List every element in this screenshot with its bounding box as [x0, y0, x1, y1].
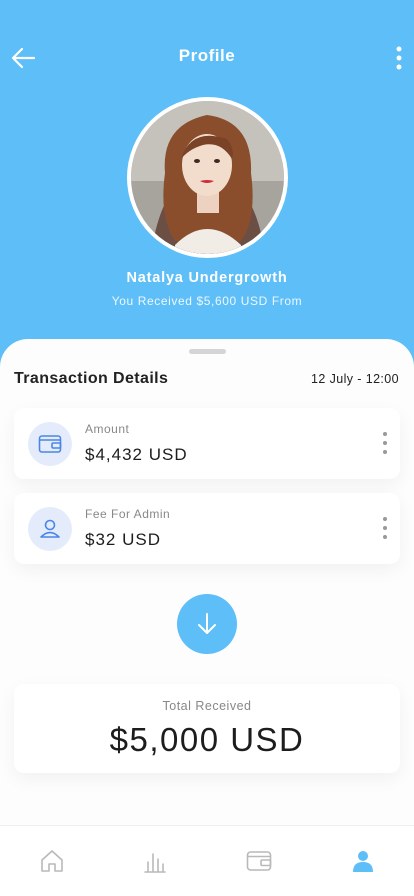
user-icon — [40, 519, 60, 538]
drag-handle[interactable] — [189, 349, 226, 354]
home-icon — [41, 850, 63, 872]
total-value: $5,000 USD — [109, 721, 305, 758]
download-button[interactable] — [177, 594, 237, 654]
fee-label: Fee For Admin — [85, 507, 171, 521]
transaction-sheet: Transaction Details 12 July - 12:00 Amou… — [0, 339, 414, 839]
person-icon — [353, 851, 373, 872]
bottom-navigation — [0, 825, 414, 896]
bar-chart-icon — [144, 853, 166, 873]
transaction-date: 12 July - 12:00 — [311, 372, 399, 386]
nav-statistics[interactable] — [140, 846, 170, 876]
wallet-icon — [38, 435, 62, 453]
amount-card[interactable]: Amount $4,432 USD — [14, 408, 400, 479]
profile-header: Profile Natalya Undergrowth You Received… — [0, 0, 414, 380]
fee-value: $32 USD — [85, 530, 161, 549]
kebab-vertical-icon — [383, 517, 387, 539]
nav-wallet[interactable] — [244, 846, 274, 876]
received-note: You Received $5,600 USD From — [111, 294, 303, 308]
user-name: Natalya Undergrowth — [126, 270, 288, 286]
amount-icon-badge — [28, 422, 72, 466]
admin-fee-card[interactable]: Fee For Admin $32 USD — [14, 493, 400, 564]
nav-profile[interactable] — [348, 846, 378, 876]
more-options-button[interactable] — [390, 44, 408, 72]
kebab-vertical-icon — [396, 46, 402, 70]
nav-home[interactable] — [37, 846, 67, 876]
total-label: Total Received — [162, 699, 252, 713]
wallet-icon — [246, 851, 272, 871]
section-title: Transaction Details — [14, 370, 169, 387]
amount-label: Amount — [85, 422, 130, 436]
total-received-card: Total Received $5,000 USD — [14, 684, 400, 773]
arrow-down-icon — [198, 613, 216, 634]
page-title: Profile — [178, 46, 236, 65]
kebab-vertical-icon — [383, 432, 387, 454]
amount-options-button[interactable] — [378, 430, 392, 456]
fee-icon-badge — [28, 507, 72, 551]
amount-value: $4,432 USD — [85, 445, 188, 464]
avatar[interactable] — [131, 101, 284, 254]
fee-options-button[interactable] — [378, 515, 392, 541]
avatar-frame — [127, 97, 288, 258]
